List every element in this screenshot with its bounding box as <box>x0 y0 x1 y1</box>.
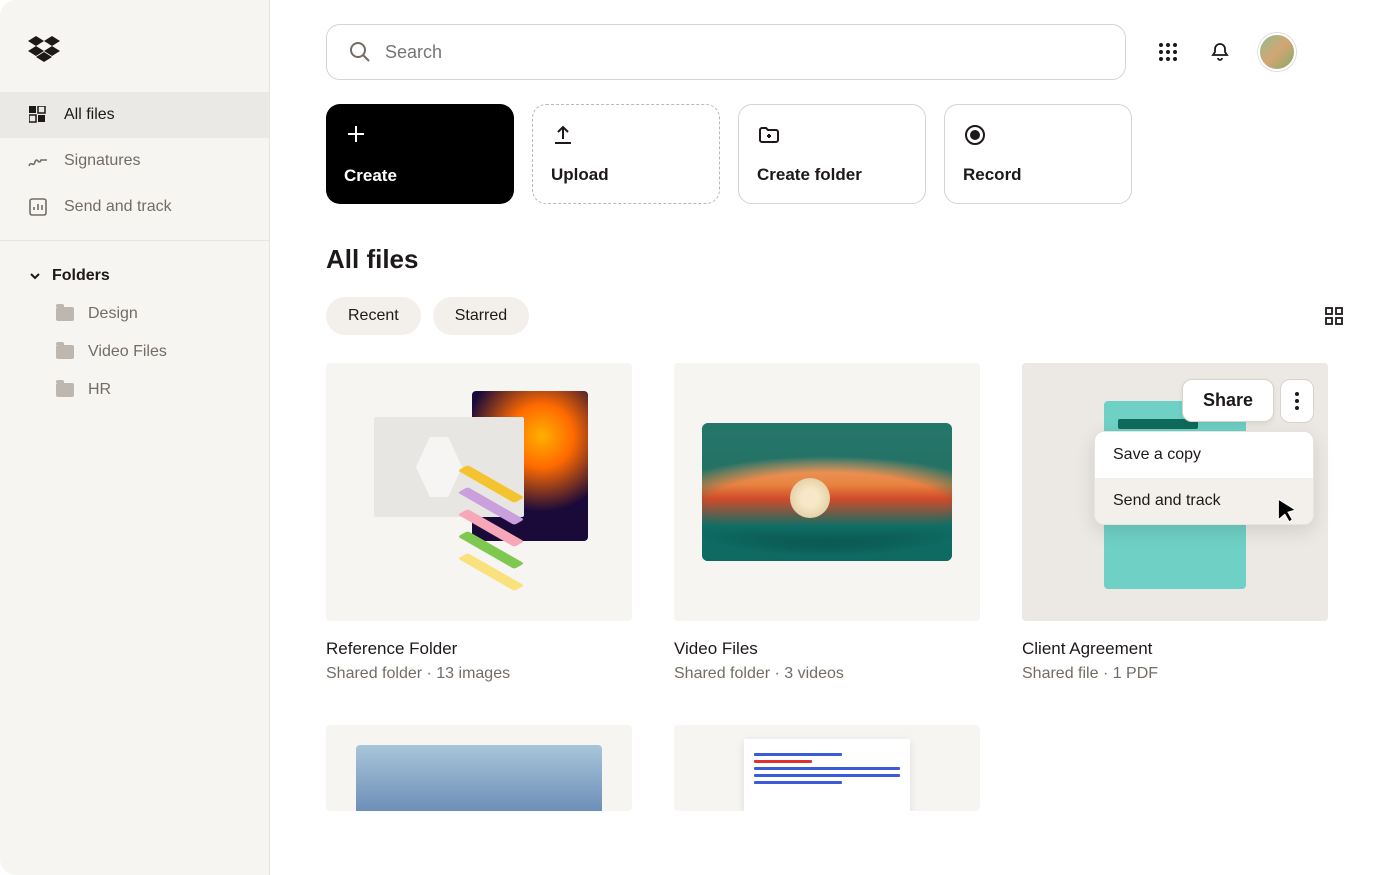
cursor-icon <box>1274 497 1300 523</box>
nav-send-track[interactable]: Send and track <box>0 184 269 230</box>
filters-row: Recent Starred <box>326 297 1344 335</box>
folder-label: Video Files <box>88 343 167 361</box>
file-card-partial-2[interactable] <box>674 725 980 811</box>
card-meta: Shared file · 1 PDF <box>1022 665 1328 683</box>
topbar <box>326 24 1344 80</box>
file-card-reference[interactable]: Reference Folder Shared folder · 13 imag… <box>326 363 632 683</box>
folders-header[interactable]: Folders <box>0 251 269 295</box>
action-label: Create <box>344 166 496 186</box>
share-button[interactable]: Share <box>1182 379 1274 422</box>
search-box[interactable] <box>326 24 1126 80</box>
nav-label: All files <box>64 106 115 124</box>
plus-icon <box>344 122 368 146</box>
app-grid-icon <box>1158 42 1178 62</box>
filter-recent[interactable]: Recent <box>326 297 421 335</box>
more-icon <box>1295 392 1299 410</box>
grid-view-icon <box>1324 306 1344 326</box>
thumbnail <box>326 363 632 621</box>
bell-icon <box>1209 41 1231 63</box>
file-card-partial-1[interactable] <box>326 725 632 811</box>
card-meta: Shared folder · 3 videos <box>674 665 980 683</box>
nav-label: Send and track <box>64 198 172 216</box>
card-title: Video Files <box>674 639 980 659</box>
action-label: Upload <box>551 165 701 185</box>
action-label: Create folder <box>757 165 907 185</box>
more-options-button[interactable] <box>1280 379 1314 423</box>
avatar[interactable] <box>1258 33 1296 71</box>
thumbnail: ClientAgreement Share Save a copy Send a… <box>1022 363 1328 621</box>
search-icon <box>349 41 371 63</box>
app-grid-button[interactable] <box>1154 38 1182 66</box>
nav-all-files[interactable]: All files <box>0 92 269 138</box>
folder-design[interactable]: Design <box>0 295 269 333</box>
chevron-down-icon <box>28 269 42 283</box>
view-toggle-button[interactable] <box>1324 306 1344 326</box>
filter-chips: Recent Starred <box>326 297 529 335</box>
menu-save-copy[interactable]: Save a copy <box>1095 432 1313 478</box>
search-input[interactable] <box>385 42 1103 63</box>
file-card-video[interactable]: Video Files Shared folder · 3 videos <box>674 363 980 683</box>
filter-starred[interactable]: Starred <box>433 297 529 335</box>
dropbox-icon <box>28 36 60 64</box>
card-meta: Shared folder · 13 images <box>326 665 632 683</box>
folder-icon <box>56 383 74 397</box>
file-card-client-agreement[interactable]: ClientAgreement Share Save a copy Send a… <box>1022 363 1328 683</box>
sidebar: All files Signatures Send and track Fold… <box>0 0 270 875</box>
dropbox-logo[interactable] <box>0 24 269 92</box>
folder-hr[interactable]: HR <box>0 371 269 409</box>
files-icon <box>28 105 48 125</box>
card-title: Reference Folder <box>326 639 632 659</box>
folder-icon <box>56 307 74 321</box>
create-folder-button[interactable]: Create folder <box>738 104 926 204</box>
nav-label: Signatures <box>64 152 141 170</box>
topbar-right <box>1154 33 1296 71</box>
signature-icon <box>28 151 48 171</box>
folder-label: Design <box>88 305 138 323</box>
folder-label: HR <box>88 381 111 399</box>
thumbnail <box>674 363 980 621</box>
upload-button[interactable]: Upload <box>532 104 720 204</box>
folder-icon <box>56 345 74 359</box>
create-button[interactable]: Create <box>326 104 514 204</box>
nav-signatures[interactable]: Signatures <box>0 138 269 184</box>
action-label: Record <box>963 165 1113 185</box>
folder-video-files[interactable]: Video Files <box>0 333 269 371</box>
record-icon <box>963 123 987 147</box>
record-button[interactable]: Record <box>944 104 1132 204</box>
main-content: Create Upload Create folder Record All f… <box>270 0 1400 875</box>
upload-icon <box>551 123 575 147</box>
card-title: Client Agreement <box>1022 639 1328 659</box>
folder-plus-icon <box>757 123 781 147</box>
chart-icon <box>28 197 48 217</box>
action-row: Create Upload Create folder Record <box>326 104 1344 204</box>
divider <box>0 240 269 241</box>
folders-label: Folders <box>52 267 110 285</box>
notifications-button[interactable] <box>1206 38 1234 66</box>
file-grid: Reference Folder Shared folder · 13 imag… <box>326 363 1344 683</box>
file-grid-row2 <box>326 725 1344 811</box>
page-title: All files <box>326 244 1344 275</box>
